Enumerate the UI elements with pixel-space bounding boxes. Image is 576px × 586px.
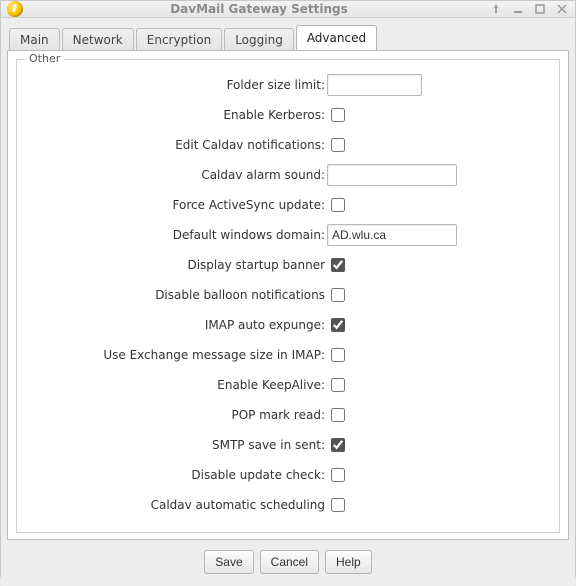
- row-enable-kerberos: Enable Kerberos:: [27, 100, 549, 130]
- client-area: Main Network Encryption Logging Advanced…: [1, 18, 575, 586]
- checkbox-edit-caldav-notifications[interactable]: [331, 138, 345, 152]
- checkbox-display-startup-banner[interactable]: [331, 258, 345, 272]
- group-legend: Other: [25, 52, 64, 65]
- save-button[interactable]: Save: [204, 550, 253, 574]
- tab-panel-advanced: Other Folder size limit: Enable Kerberos…: [7, 50, 569, 540]
- window-title: DavMail Gateway Settings: [29, 2, 489, 16]
- checkbox-enable-keepalive[interactable]: [331, 378, 345, 392]
- app-icon: [7, 1, 23, 17]
- row-folder-size-limit: Folder size limit:: [27, 70, 549, 100]
- window-controls: [489, 2, 569, 16]
- checkbox-pop-mark-read[interactable]: [331, 408, 345, 422]
- label-default-windows-domain: Default windows domain:: [27, 228, 327, 242]
- group-other: Other Folder size limit: Enable Kerberos…: [16, 59, 560, 533]
- tab-network[interactable]: Network: [62, 28, 134, 51]
- row-display-startup-banner: Display startup banner: [27, 250, 549, 280]
- tab-advanced[interactable]: Advanced: [296, 25, 377, 50]
- tab-encryption[interactable]: Encryption: [136, 28, 222, 51]
- checkbox-caldav-automatic-scheduling[interactable]: [331, 498, 345, 512]
- settings-window: DavMail Gateway Settings Main Network En…: [0, 0, 576, 577]
- tab-logging[interactable]: Logging: [224, 28, 294, 51]
- checkbox-use-exchange-message-size-imap[interactable]: [331, 348, 345, 362]
- row-caldav-alarm-sound: Caldav alarm sound:: [27, 160, 549, 190]
- keep-above-icon[interactable]: [489, 2, 503, 16]
- checkbox-smtp-save-in-sent[interactable]: [331, 438, 345, 452]
- close-icon[interactable]: [555, 2, 569, 16]
- cancel-button[interactable]: Cancel: [260, 550, 319, 574]
- row-caldav-automatic-scheduling: Caldav automatic scheduling: [27, 490, 549, 520]
- row-enable-keepalive: Enable KeepAlive:: [27, 370, 549, 400]
- input-caldav-alarm-sound[interactable]: [327, 164, 457, 186]
- maximize-icon[interactable]: [533, 2, 547, 16]
- label-force-activesync-update: Force ActiveSync update:: [27, 198, 327, 212]
- label-use-exchange-message-size-imap: Use Exchange message size in IMAP:: [27, 348, 327, 362]
- checkbox-disable-balloon-notifications[interactable]: [331, 288, 345, 302]
- row-disable-balloon-notifications: Disable balloon notifications: [27, 280, 549, 310]
- input-folder-size-limit[interactable]: [327, 74, 422, 96]
- checkbox-force-activesync-update[interactable]: [331, 198, 345, 212]
- titlebar: DavMail Gateway Settings: [1, 1, 575, 18]
- button-row: Save Cancel Help: [7, 540, 569, 578]
- minimize-icon[interactable]: [511, 2, 525, 16]
- label-enable-kerberos: Enable Kerberos:: [27, 108, 327, 122]
- row-force-activesync-update: Force ActiveSync update:: [27, 190, 549, 220]
- tab-bar: Main Network Encryption Logging Advanced: [7, 24, 569, 50]
- checkbox-enable-kerberos[interactable]: [331, 108, 345, 122]
- row-pop-mark-read: POP mark read:: [27, 400, 549, 430]
- row-edit-caldav-notifications: Edit Caldav notifications:: [27, 130, 549, 160]
- label-caldav-alarm-sound: Caldav alarm sound:: [27, 168, 327, 182]
- row-imap-auto-expunge: IMAP auto expunge:: [27, 310, 549, 340]
- label-display-startup-banner: Display startup banner: [27, 258, 327, 272]
- row-smtp-save-in-sent: SMTP save in sent:: [27, 430, 549, 460]
- row-use-exchange-message-size-imap: Use Exchange message size in IMAP:: [27, 340, 549, 370]
- label-caldav-automatic-scheduling: Caldav automatic scheduling: [27, 498, 327, 512]
- label-smtp-save-in-sent: SMTP save in sent:: [27, 438, 327, 452]
- label-edit-caldav-notifications: Edit Caldav notifications:: [27, 138, 327, 152]
- checkbox-disable-update-check[interactable]: [331, 468, 345, 482]
- label-disable-update-check: Disable update check:: [27, 468, 327, 482]
- tab-main[interactable]: Main: [9, 28, 60, 51]
- label-folder-size-limit: Folder size limit:: [27, 78, 327, 92]
- form-rows: Folder size limit: Enable Kerberos: Edit…: [27, 70, 549, 520]
- label-enable-keepalive: Enable KeepAlive:: [27, 378, 327, 392]
- row-disable-update-check: Disable update check:: [27, 460, 549, 490]
- checkbox-imap-auto-expunge[interactable]: [331, 318, 345, 332]
- label-pop-mark-read: POP mark read:: [27, 408, 327, 422]
- row-default-windows-domain: Default windows domain:: [27, 220, 549, 250]
- label-disable-balloon-notifications: Disable balloon notifications: [27, 288, 327, 302]
- input-default-windows-domain[interactable]: [327, 224, 457, 246]
- help-button[interactable]: Help: [325, 550, 372, 574]
- label-imap-auto-expunge: IMAP auto expunge:: [27, 318, 327, 332]
